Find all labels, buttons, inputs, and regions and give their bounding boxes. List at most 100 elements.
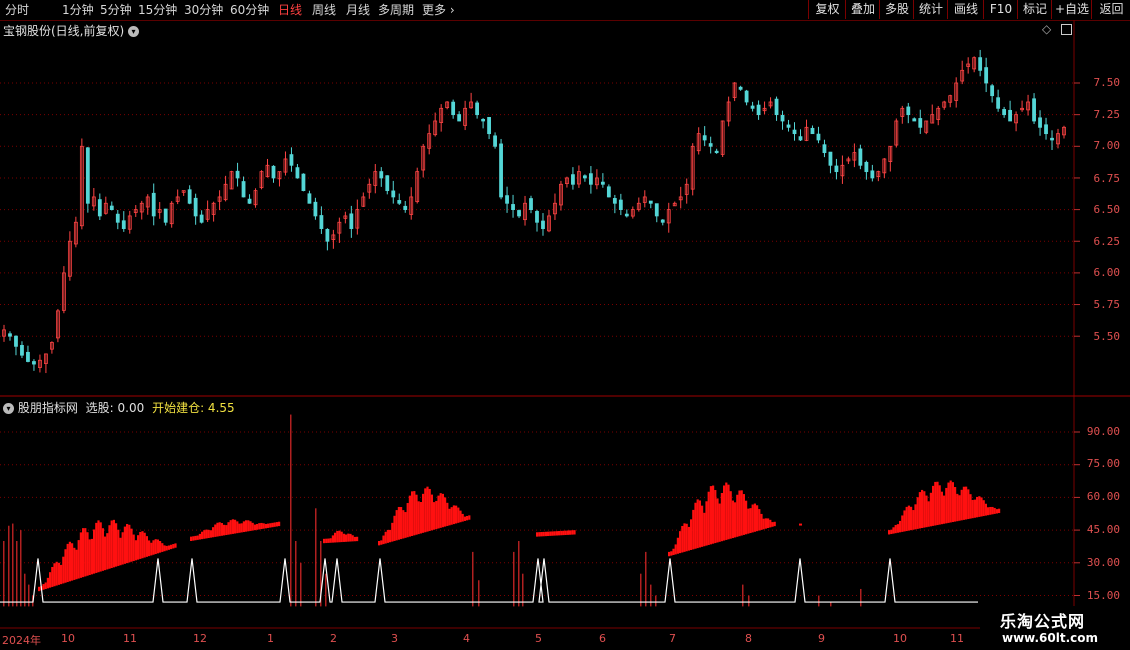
- volume-spike: [518, 541, 520, 607]
- indicator-bar: [106, 533, 109, 570]
- volume-spike: [28, 584, 30, 607]
- indicator-bar: [468, 515, 471, 520]
- y-tick: 30.00: [1086, 556, 1120, 569]
- candle-body: [714, 150, 719, 154]
- indicator-bar: [234, 519, 237, 534]
- indicator-bar: [742, 494, 745, 535]
- indicator-bar: [466, 515, 469, 521]
- indicator-bar: [71, 543, 74, 581]
- indicator-bar: [130, 528, 133, 562]
- chevron-down-icon[interactable]: ▾: [128, 26, 140, 37]
- x-tick: 7: [669, 632, 676, 645]
- candle-body: [295, 167, 300, 179]
- indicator-bar: [64, 549, 67, 583]
- indicator-header: ▾ 股朋指标网 选股: 0.00 开始建仓: 4.55: [3, 399, 235, 416]
- indicator-bar: [395, 510, 398, 541]
- indicator-bar: [984, 503, 987, 516]
- indicator-bar: [238, 523, 241, 533]
- indicator-bar: [927, 501, 930, 527]
- indicator-bar: [687, 526, 690, 551]
- indicator-bar: [75, 549, 78, 580]
- indicator-bar: [960, 489, 963, 521]
- indicator-bar: [958, 495, 961, 521]
- indicator-bar: [573, 530, 576, 535]
- indicator-bar: [439, 493, 442, 528]
- candle-body: [1050, 137, 1054, 141]
- indicator-bar: [393, 515, 396, 541]
- indicator-bar: [956, 493, 959, 522]
- chart-canvas[interactable]: [0, 0, 1130, 650]
- candle-body: [451, 101, 456, 116]
- indicator-bar: [940, 491, 943, 525]
- indicator-bar: [240, 523, 243, 533]
- indicator-bar: [419, 502, 422, 534]
- candle-body: [1008, 109, 1013, 122]
- volume-spike: [645, 551, 647, 607]
- y-tick: 5.75: [1093, 298, 1121, 311]
- x-tick: 11: [950, 632, 964, 645]
- y-tick: 15.00: [1086, 589, 1120, 602]
- indicator-bar: [411, 491, 414, 536]
- y-tick: 45.00: [1086, 523, 1120, 536]
- indicator-bar: [929, 492, 932, 527]
- indicator-bar: [275, 522, 278, 527]
- volume-spike: [818, 595, 820, 607]
- candle-body: [517, 210, 521, 217]
- candle-body: [475, 102, 480, 116]
- candle-body: [918, 118, 923, 128]
- chevron-down-icon[interactable]: ▾: [3, 403, 14, 414]
- indicator-bar: [90, 538, 93, 575]
- indicator-bar: [417, 501, 420, 535]
- indicator-bar: [218, 522, 221, 537]
- indicator-bar: [342, 533, 345, 542]
- indicator-bar: [389, 529, 392, 543]
- candle-body: [1032, 98, 1036, 122]
- indicator-bar: [212, 527, 215, 538]
- indicator-bar: [353, 536, 356, 542]
- indicator-bar: [97, 520, 100, 573]
- indicator-bar: [137, 535, 140, 560]
- diamond-icon[interactable]: ◇: [1042, 22, 1051, 36]
- candle-body: [109, 205, 114, 211]
- indicator-bar: [201, 531, 204, 540]
- candle-body: [8, 333, 12, 337]
- indicator-bar: [707, 491, 710, 545]
- indicator-bar: [351, 535, 354, 542]
- candle-body: [978, 57, 983, 71]
- indicator-bar: [430, 494, 433, 531]
- indicator-bar: [391, 522, 394, 542]
- indicator-bar: [947, 482, 950, 523]
- indicator-bar: [751, 504, 754, 533]
- volume-spike: [513, 551, 515, 607]
- indicator-bar: [104, 536, 107, 571]
- indicator-bar: [123, 526, 126, 564]
- x-tick: 3: [391, 632, 398, 645]
- indicator-bar: [55, 561, 58, 586]
- candle-body: [391, 190, 396, 198]
- indicator-bar: [422, 493, 425, 533]
- indicator-bar: [892, 527, 895, 534]
- indicator-bar: [562, 530, 565, 536]
- volume-spike: [830, 602, 832, 607]
- indicator-bar: [441, 493, 444, 528]
- indicator-bar: [95, 522, 98, 573]
- candle-body: [702, 135, 707, 141]
- volume-spike: [20, 530, 22, 607]
- panel-toggle-icon[interactable]: [1061, 24, 1073, 35]
- indicator-bar: [51, 566, 54, 587]
- indicator-bar: [705, 501, 708, 546]
- indicator-bar: [380, 540, 383, 545]
- candle-body: [271, 165, 276, 179]
- indicator-bar: [758, 509, 761, 531]
- indicator-bar: [914, 504, 917, 530]
- volume-spike: [472, 551, 474, 607]
- indicator-bar: [325, 538, 328, 544]
- indicator-bar: [227, 522, 230, 535]
- y-tick: 6.25: [1093, 235, 1121, 248]
- indicator-bar: [714, 490, 717, 544]
- candle-body: [193, 197, 198, 217]
- indicator-bar: [260, 522, 263, 530]
- candle-body: [606, 186, 611, 198]
- indicator-bar: [413, 491, 416, 536]
- candle-body: [810, 127, 815, 135]
